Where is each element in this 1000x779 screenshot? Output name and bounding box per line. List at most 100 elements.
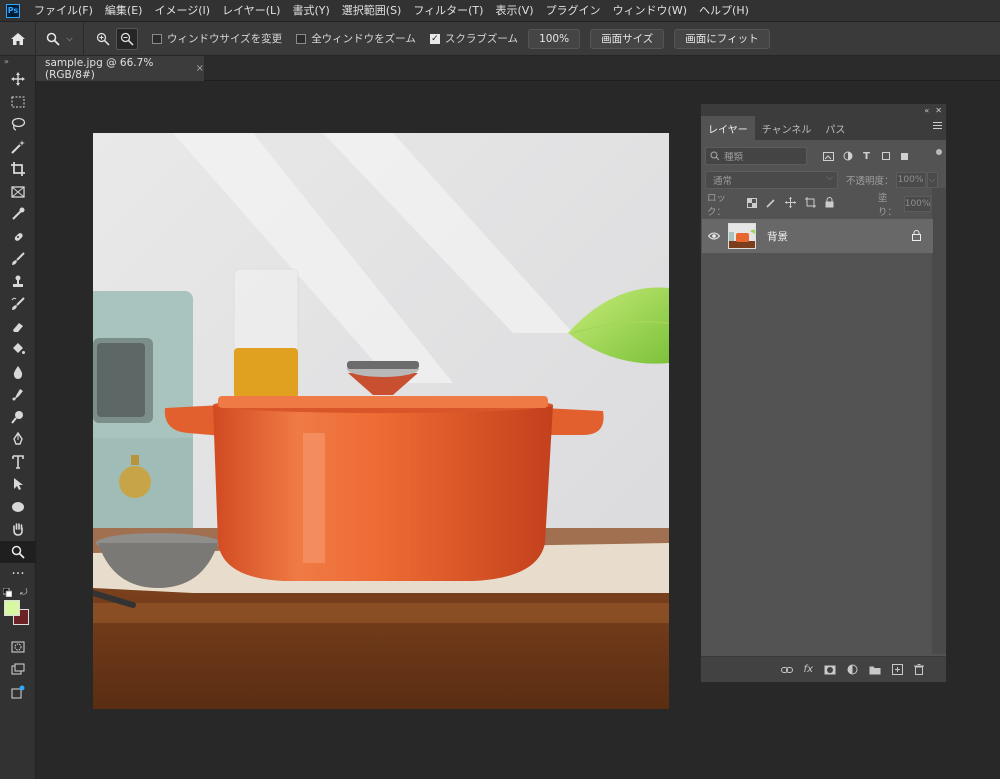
filter-shape-icon[interactable] — [880, 151, 891, 161]
home-icon[interactable] — [0, 21, 36, 56]
layer-lock-icon — [912, 230, 921, 244]
share-icon[interactable] — [0, 681, 36, 704]
pen-icon[interactable] — [0, 428, 36, 451]
lasso-icon[interactable] — [0, 113, 36, 136]
paint-bucket-icon[interactable] — [0, 338, 36, 361]
close-icon[interactable]: × — [196, 63, 204, 74]
layer-filter-select[interactable]: 種類 — [705, 147, 807, 165]
foreground-color-swatch[interactable] — [4, 599, 20, 616]
tools-panel: » ··· ⤾ — [0, 56, 36, 779]
collapse-panel-icon[interactable]: « — [924, 106, 929, 115]
healing-brush-icon[interactable] — [0, 226, 36, 249]
blend-mode-select[interactable]: 通常 — [705, 171, 838, 189]
document-tab[interactable]: sample.jpg @ 66.7% (RGB/8#) × — [36, 56, 204, 81]
tab-layers[interactable]: レイヤー — [701, 116, 755, 140]
tab-channels[interactable]: チャンネル — [755, 116, 819, 140]
lock-artboard-icon[interactable] — [804, 197, 816, 211]
checkmark-icon: ✓ — [429, 33, 440, 44]
link-layers-icon[interactable] — [780, 666, 793, 674]
new-adjustment-layer-icon[interactable] — [847, 664, 858, 675]
zoom-out-button[interactable] — [116, 27, 138, 50]
smudge-icon[interactable] — [0, 383, 36, 406]
ellipse-icon[interactable] — [0, 496, 36, 519]
lock-transparent-icon[interactable] — [746, 197, 757, 211]
menu-image[interactable]: イメージ(I) — [148, 0, 216, 22]
new-group-icon[interactable] — [869, 665, 881, 675]
zoom-all-windows-checkbox[interactable]: 全ウィンドウをズーム — [296, 31, 416, 46]
quick-mask-icon[interactable] — [0, 636, 36, 659]
menu-type[interactable]: 書式(Y) — [286, 0, 335, 22]
menu-window[interactable]: ウィンドウ(W) — [607, 0, 693, 22]
visibility-eye-icon[interactable] — [702, 232, 726, 240]
menu-filter[interactable]: フィルター(T) — [407, 0, 489, 22]
layer-row[interactable]: 背景 — [702, 219, 933, 253]
filter-pixel-icon[interactable] — [823, 151, 834, 161]
layers-scrollbar[interactable] — [932, 188, 946, 654]
filter-adjustment-icon[interactable] — [842, 151, 853, 161]
clone-stamp-icon[interactable] — [0, 271, 36, 294]
tool-preset-picker[interactable]: ⌵ — [36, 21, 84, 56]
zoom-in-button[interactable] — [92, 28, 114, 50]
menu-file[interactable]: ファイル(F) — [28, 0, 99, 22]
fill-screen-button[interactable]: 画面にフィット — [674, 28, 770, 49]
layer-thumbnail — [728, 223, 756, 249]
brush-icon[interactable] — [0, 248, 36, 271]
filter-type-icon[interactable]: T — [861, 151, 872, 162]
fx-icon[interactable]: fx — [804, 664, 813, 675]
menu-edit[interactable]: 編集(E) — [99, 0, 149, 22]
magic-wand-icon[interactable] — [0, 136, 36, 159]
fill-label: 塗り： — [877, 193, 897, 218]
zoom-tool-icon[interactable] — [0, 540, 36, 563]
panel-menu-icon[interactable] — [933, 122, 942, 131]
blur-icon[interactable] — [0, 361, 36, 384]
tab-paths[interactable]: パス — [818, 116, 852, 140]
close-panel-icon[interactable]: ✕ — [935, 106, 942, 115]
opacity-label: 不透明度： — [846, 176, 894, 187]
blend-row: 通常 不透明度： 100% ⌵ — [701, 168, 946, 192]
screen-mode-icon[interactable] — [0, 658, 36, 681]
crop-icon[interactable] — [0, 158, 36, 181]
marquee-icon[interactable] — [0, 91, 36, 114]
add-mask-icon[interactable] — [824, 665, 836, 675]
menu-plugins[interactable]: プラグイン — [540, 0, 607, 22]
scrubby-zoom-label: スクラブズーム — [444, 33, 519, 45]
panel-bottom-bar: fx — [701, 656, 946, 682]
menu-view[interactable]: 表示(V) — [489, 0, 539, 22]
canvas-image[interactable] — [93, 133, 669, 709]
menu-layer[interactable]: レイヤー(L) — [216, 0, 286, 22]
fill-input[interactable]: 100% — [903, 196, 932, 212]
history-brush-icon[interactable] — [0, 293, 36, 316]
opacity-input[interactable]: 100% — [895, 172, 926, 188]
type-icon[interactable] — [0, 451, 36, 474]
fit-screen-button[interactable]: 画面サイズ — [590, 28, 665, 49]
eyedropper-icon[interactable] — [0, 203, 36, 226]
lock-label: ロック： — [707, 193, 727, 218]
trash-icon[interactable] — [914, 664, 924, 675]
eraser-icon[interactable] — [0, 316, 36, 339]
document-tab-title: sample.jpg @ 66.7% (RGB/8#) — [45, 56, 154, 81]
frame-icon[interactable] — [0, 181, 36, 204]
path-select-icon[interactable] — [0, 473, 36, 496]
default-colors-icon[interactable] — [3, 587, 12, 597]
menu-help[interactable]: ヘルプ(H) — [693, 0, 755, 22]
scrubby-zoom-checkbox[interactable]: ✓ スクラブズーム — [429, 31, 519, 46]
filter-smart-object-icon[interactable] — [899, 151, 910, 161]
swap-colors-icon[interactable]: ⤾ — [20, 588, 28, 598]
resize-windows-label: ウィンドウサイズを変更 — [167, 33, 283, 45]
dodge-icon[interactable] — [0, 406, 36, 429]
lock-pixels-icon[interactable] — [766, 198, 776, 211]
move-icon[interactable] — [0, 68, 36, 91]
chevron-down-icon[interactable]: ⌵ — [926, 172, 938, 188]
more-tools-icon[interactable]: ··· — [0, 563, 36, 586]
zoom-icon — [47, 32, 61, 46]
collapse-icon[interactable]: » — [0, 56, 35, 68]
zoom-100-button[interactable]: 100% — [528, 28, 581, 49]
hand-icon[interactable] — [0, 518, 36, 541]
menu-select[interactable]: 選択範囲(S) — [336, 0, 408, 22]
lock-all-icon[interactable] — [825, 197, 834, 211]
resize-windows-checkbox[interactable]: ウィンドウサイズを変更 — [152, 31, 282, 46]
new-layer-icon[interactable] — [892, 664, 903, 675]
filter-toggle-icon[interactable] — [936, 149, 942, 155]
panel-tabs: レイヤー チャンネル パス — [701, 116, 946, 140]
lock-position-icon[interactable] — [784, 197, 796, 211]
